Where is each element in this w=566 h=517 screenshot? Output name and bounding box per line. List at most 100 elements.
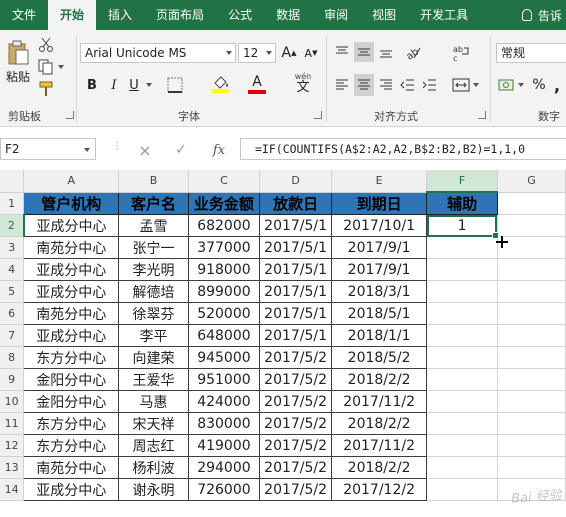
data-cell[interactable]: 宋天祥 xyxy=(118,412,189,435)
select-all-corner[interactable] xyxy=(0,170,25,193)
italic-button[interactable]: I xyxy=(104,74,124,96)
data-cell[interactable]: 孟雪 xyxy=(118,214,189,237)
percent-button[interactable]: % xyxy=(530,74,548,96)
data-cell[interactable]: 东方分中心 xyxy=(23,412,120,435)
increase-indent-icon[interactable] xyxy=(420,74,440,96)
enter-icon[interactable]: ✓ xyxy=(170,140,192,160)
tab-view[interactable]: 视图 xyxy=(360,0,408,30)
data-cell[interactable]: 2017/12/2 xyxy=(330,478,428,501)
align-middle-icon[interactable] xyxy=(354,42,374,62)
data-cell[interactable]: 南苑分中心 xyxy=(23,302,120,325)
header-cell[interactable]: 放款日 xyxy=(259,191,332,215)
data-cell[interactable]: 2017/5/2 xyxy=(259,390,332,413)
row-header[interactable]: 3 xyxy=(0,236,25,259)
row-header[interactable]: 13 xyxy=(0,456,25,479)
data-cell[interactable]: 294000 xyxy=(187,456,261,479)
data-cell[interactable]: 2017/5/2 xyxy=(259,346,332,369)
helper-cell[interactable] xyxy=(426,368,498,391)
align-bottom-icon[interactable] xyxy=(376,42,396,62)
bold-button[interactable]: B xyxy=(82,74,102,96)
data-cell[interactable]: 2018/5/2 xyxy=(330,346,428,369)
decrease-indent-icon[interactable] xyxy=(398,74,418,96)
fill-color-icon[interactable] xyxy=(206,72,236,96)
tab-developer[interactable]: 开发工具 xyxy=(408,0,480,30)
active-cell[interactable]: 1 xyxy=(426,214,498,237)
clipboard-launcher-icon[interactable] xyxy=(66,111,74,119)
shrink-font-icon[interactable]: A ▼ xyxy=(302,42,320,64)
row-header[interactable]: 10 xyxy=(0,390,25,413)
tab-review[interactable]: 审阅 xyxy=(312,0,360,30)
header-cell[interactable]: 到期日 xyxy=(330,191,428,215)
cell[interactable] xyxy=(496,346,566,369)
data-cell[interactable]: 马惠 xyxy=(118,390,189,413)
cell[interactable] xyxy=(496,302,566,325)
helper-cell[interactable] xyxy=(426,236,498,259)
cell[interactable] xyxy=(496,324,566,347)
orientation-icon[interactable]: ab xyxy=(400,42,426,62)
data-cell[interactable]: 2017/5/1 xyxy=(259,324,332,347)
helper-cell[interactable] xyxy=(426,280,498,303)
data-cell[interactable]: 东方分中心 xyxy=(23,346,120,369)
helper-cell[interactable] xyxy=(426,258,498,281)
helper-cell[interactable] xyxy=(426,346,498,369)
underline-button[interactable]: U xyxy=(124,74,144,96)
row-header[interactable]: 6 xyxy=(0,302,25,325)
helper-cell[interactable] xyxy=(426,412,498,435)
insert-function-button[interactable]: fx xyxy=(206,140,232,160)
data-cell[interactable]: 520000 xyxy=(187,302,261,325)
data-cell[interactable]: 2017/11/2 xyxy=(330,390,428,413)
data-cell[interactable]: 2017/5/2 xyxy=(259,434,332,457)
tab-formulas[interactable]: 公式 xyxy=(216,0,264,30)
cell[interactable] xyxy=(496,280,566,303)
row-header[interactable]: 2 xyxy=(0,214,25,237)
data-cell[interactable]: 2017/10/1 xyxy=(330,214,428,237)
helper-cell[interactable] xyxy=(426,478,498,501)
data-cell[interactable]: 2018/5/1 xyxy=(330,302,428,325)
data-cell[interactable]: 945000 xyxy=(187,346,261,369)
data-cell[interactable]: 南苑分中心 xyxy=(23,236,120,259)
data-cell[interactable]: 李平 xyxy=(118,324,189,347)
data-cell[interactable]: 杨利波 xyxy=(118,456,189,479)
borders-icon[interactable] xyxy=(160,74,190,96)
header-cell[interactable]: 客户名 xyxy=(118,191,189,215)
data-cell[interactable]: 682000 xyxy=(187,214,261,237)
tab-data[interactable]: 数据 xyxy=(264,0,312,30)
data-cell[interactable]: 2017/5/2 xyxy=(259,456,332,479)
data-cell[interactable]: 2017/5/1 xyxy=(259,214,332,237)
row-header[interactable]: 8 xyxy=(0,346,25,369)
helper-cell[interactable] xyxy=(426,324,498,347)
grow-font-icon[interactable]: A ▲ xyxy=(280,42,298,64)
data-cell[interactable]: 830000 xyxy=(187,412,261,435)
column-header-b[interactable]: B xyxy=(118,170,189,193)
data-cell[interactable]: 徐翠芬 xyxy=(118,302,189,325)
tab-page-layout[interactable]: 页面布局 xyxy=(144,0,216,30)
data-cell[interactable]: 2017/5/1 xyxy=(259,236,332,259)
data-cell[interactable]: 424000 xyxy=(187,390,261,413)
data-cell[interactable]: 2018/2/2 xyxy=(330,368,428,391)
helper-cell[interactable] xyxy=(426,434,498,457)
data-cell[interactable]: 2018/2/2 xyxy=(330,412,428,435)
data-cell[interactable]: 2017/11/2 xyxy=(330,434,428,457)
alignment-launcher-icon[interactable] xyxy=(478,111,486,119)
header-cell[interactable]: 业务金额 xyxy=(187,191,261,215)
column-header-a[interactable]: A xyxy=(23,170,120,193)
data-cell[interactable]: 亚成分中心 xyxy=(23,214,120,237)
data-cell[interactable]: 李光明 xyxy=(118,258,189,281)
data-cell[interactable]: 2017/5/2 xyxy=(259,368,332,391)
cut-icon[interactable] xyxy=(36,36,56,54)
align-left-icon[interactable] xyxy=(332,74,352,96)
phonetic-icon[interactable]: wén 文 xyxy=(288,72,318,96)
data-cell[interactable]: 东方分中心 xyxy=(23,434,120,457)
font-size-combo[interactable]: 12 xyxy=(238,43,276,63)
row-header[interactable]: 14 xyxy=(0,478,25,501)
tab-home[interactable]: 开始 xyxy=(48,0,97,30)
row-header[interactable]: 4 xyxy=(0,258,25,281)
helper-cell[interactable] xyxy=(426,390,498,413)
helper-cell[interactable] xyxy=(426,302,498,325)
currency-icon[interactable] xyxy=(496,74,526,96)
formula-bar-more-icon[interactable]: ⋮ xyxy=(112,141,122,152)
data-cell[interactable]: 419000 xyxy=(187,434,261,457)
cell[interactable] xyxy=(496,368,566,391)
data-cell[interactable]: 张宁一 xyxy=(118,236,189,259)
column-header-g[interactable]: G xyxy=(497,170,566,193)
